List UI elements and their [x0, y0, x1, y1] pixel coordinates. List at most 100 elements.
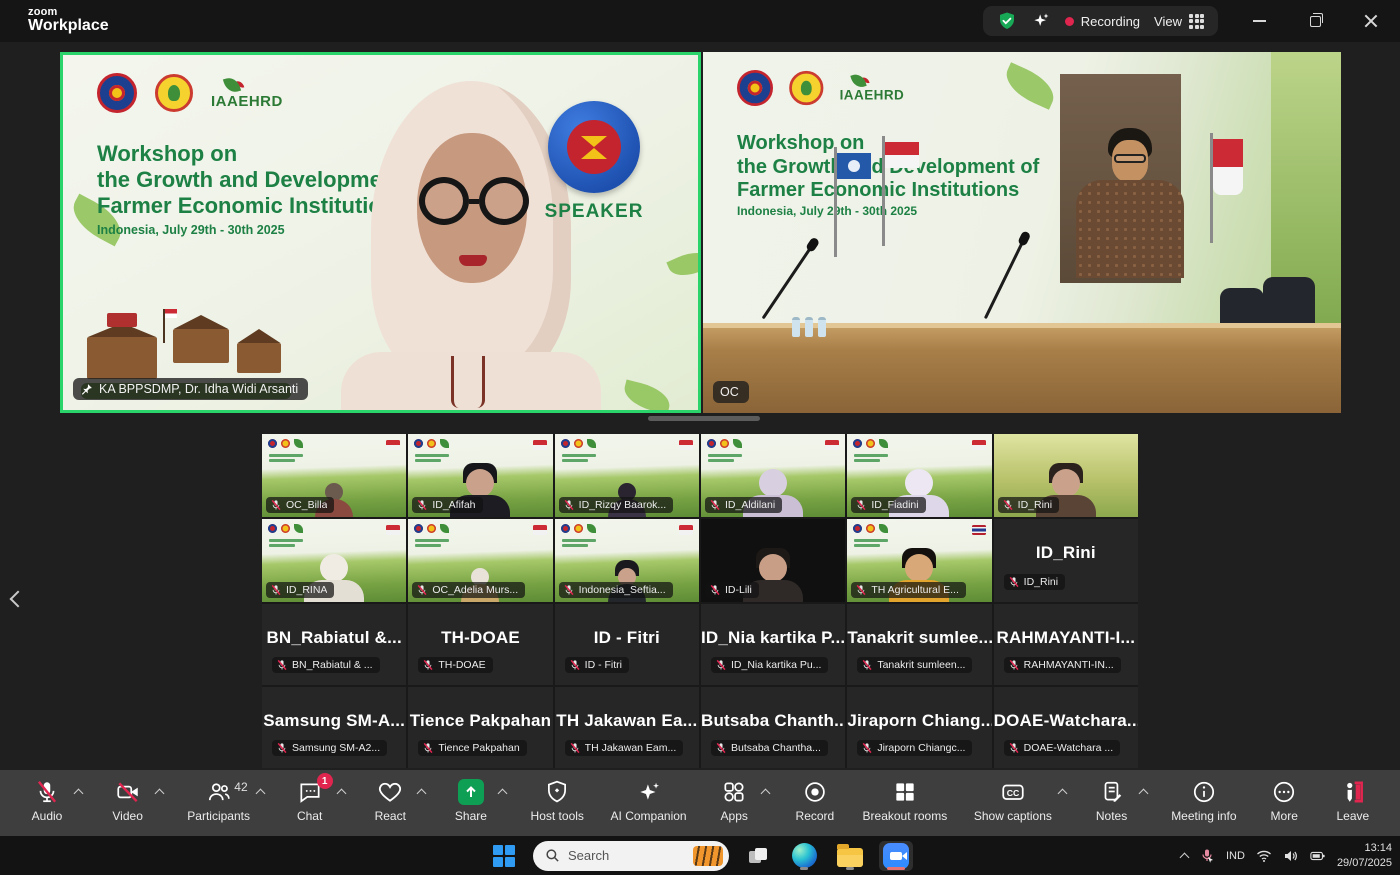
task-view-button[interactable] — [741, 841, 775, 871]
participant-tile[interactable]: ID_Afifah — [408, 434, 552, 517]
close-button[interactable] — [1356, 6, 1386, 36]
participants-options-caret[interactable] — [256, 789, 266, 799]
workshop-logos-2: IAAEHRD — [737, 70, 904, 106]
ai-companion-sparkle-icon[interactable] — [1031, 11, 1051, 31]
speaker-video-tile[interactable]: IAAEHRD Workshop on the Growth and Devel… — [60, 52, 701, 413]
muted-mic-icon — [855, 499, 867, 511]
participant-tile[interactable]: ID_RINA — [262, 519, 406, 602]
mini-title-lines — [854, 454, 888, 464]
mini-logos — [561, 524, 596, 533]
hidden-icons-chevron[interactable] — [1180, 853, 1190, 863]
speaker-badge: SPEAKER — [534, 101, 654, 223]
muted-mic-icon — [416, 584, 428, 596]
taskbar-search[interactable]: Search — [533, 841, 729, 871]
participant-tile[interactable]: RAHMAYANTI-I... RAHMAYANTI-IN... — [994, 604, 1138, 685]
participant-name-label: ID_Nia kartika Pu... — [711, 657, 828, 673]
file-explorer-button[interactable] — [833, 841, 867, 871]
muted-mic-icon — [1008, 742, 1020, 754]
previous-page-button[interactable] — [4, 582, 32, 616]
record-button[interactable]: Record — [790, 770, 840, 823]
participant-tile[interactable]: ID_Fiadini — [847, 434, 991, 517]
participant-tile[interactable]: ID_Aldilani — [701, 434, 845, 517]
react-options-caret[interactable] — [417, 789, 427, 799]
restore-button[interactable] — [1300, 6, 1330, 36]
captions-button[interactable]: CC Show captions — [970, 770, 1056, 823]
stage-resize-handle[interactable] — [648, 416, 760, 421]
captions-options-caret[interactable] — [1057, 789, 1067, 799]
info-icon — [1191, 779, 1217, 805]
notes-options-caret[interactable] — [1138, 789, 1148, 799]
muted-mic-icon — [563, 584, 575, 596]
minimize-button[interactable] — [1244, 6, 1274, 36]
tray-mic-icon[interactable] — [1199, 848, 1215, 864]
participant-tile[interactable]: OC_Billa — [262, 434, 406, 517]
ministry-logo-icon — [155, 74, 193, 112]
mini-logos — [414, 439, 449, 448]
breakout-rooms-button[interactable]: Breakout rooms — [859, 770, 952, 823]
participant-tile[interactable]: Indonesia_Seftia... — [555, 519, 699, 602]
tile-label-text: Samsung SM-A2... — [292, 742, 380, 754]
wifi-icon[interactable] — [1256, 848, 1272, 864]
share-options-caret[interactable] — [497, 789, 507, 799]
participant-tile[interactable]: Tanakrit sumlee... Tanakrit sumleen... — [847, 604, 991, 685]
volume-icon[interactable] — [1283, 848, 1299, 864]
view-button[interactable]: View — [1154, 14, 1204, 29]
audio-button[interactable]: Audio — [22, 770, 72, 823]
cohost-video-tile[interactable]: IAAEHRD Workshop on the Growth and Devel… — [703, 52, 1341, 413]
participant-tile[interactable]: Samsung SM-A... Samsung SM-A2... — [262, 687, 406, 768]
participant-tile[interactable]: DOAE-Watchara... DOAE-Watchara ... — [994, 687, 1138, 768]
apps-options-caret[interactable] — [761, 789, 771, 799]
participant-tile[interactable]: ID_Rini — [994, 434, 1138, 517]
tile-label-text: ID_Aldilani — [725, 499, 775, 511]
clock[interactable]: 13:14 29/07/2025 — [1337, 841, 1392, 870]
zoom-app-button[interactable] — [879, 841, 913, 871]
participant-tile[interactable]: Jiraporn Chiang... Jiraporn Chiangc... — [847, 687, 991, 768]
ai-companion-button[interactable]: AI Companion — [607, 770, 691, 823]
language-indicator[interactable]: IND — [1226, 850, 1245, 862]
share-button[interactable]: Share — [446, 770, 496, 823]
chat-button[interactable]: 1 Chat — [285, 770, 335, 823]
mini-title-lines — [562, 454, 596, 464]
participant-name-label: TH Jakawan Eam... — [565, 740, 684, 756]
participant-tile[interactable]: OC_Adelia Murs... — [408, 519, 552, 602]
video-button[interactable]: Video — [103, 770, 153, 823]
meeting-info-button[interactable]: Meeting info — [1167, 770, 1240, 823]
participant-name-label: ID_Aldilani — [705, 497, 782, 513]
react-button[interactable]: React — [365, 770, 415, 823]
muted-mic-icon — [416, 499, 428, 511]
more-button[interactable]: More — [1259, 770, 1309, 823]
audio-options-caret[interactable] — [74, 789, 84, 799]
chat-unread-badge: 1 — [317, 773, 333, 789]
iaaehrd-logo-icon: IAAEHRD — [840, 73, 905, 103]
participant-tile[interactable]: ID_Rini ID_Rini — [994, 519, 1138, 602]
participant-tile[interactable]: ID - Fitri ID - Fitri — [555, 604, 699, 685]
participant-tile[interactable]: Tience Pakpahan Tience Pakpahan — [408, 687, 552, 768]
task-view-icon — [749, 848, 767, 864]
mini-logos — [414, 524, 449, 533]
tile-label-text: Butsaba Chantha... — [731, 742, 821, 754]
participant-tile[interactable]: BN_Rabiatul &... BN_Rabiatul & ... — [262, 604, 406, 685]
participant-tile[interactable]: ID_Nia kartika P... ID_Nia kartika Pu... — [701, 604, 845, 685]
participants-button[interactable]: 42 Participants — [183, 770, 254, 823]
video-options-caret[interactable] — [154, 789, 164, 799]
zoom-titlebar: zoom Workplace Recording View — [0, 0, 1400, 42]
start-button[interactable] — [487, 841, 521, 871]
tile-label-text: OC_Adelia Murs... — [432, 584, 518, 596]
participant-tile[interactable]: Butsaba Chanth... Butsaba Chantha... — [701, 687, 845, 768]
chat-options-caret[interactable] — [336, 789, 346, 799]
edge-browser-button[interactable] — [787, 841, 821, 871]
apps-button[interactable]: Apps — [709, 770, 759, 823]
battery-icon[interactable] — [1310, 848, 1326, 864]
participant-tile[interactable]: ID_Rizqy Baarok... — [555, 434, 699, 517]
tile-label-text: TH-DOAE — [438, 659, 485, 671]
participant-tile[interactable]: ID-Lili — [701, 519, 845, 602]
participant-tile[interactable]: TH Jakawan Ea... TH Jakawan Eam... — [555, 687, 699, 768]
security-shield-icon[interactable] — [997, 11, 1017, 31]
participant-tile[interactable]: TH Agricultural E... — [847, 519, 991, 602]
restore-icon — [1310, 16, 1321, 27]
notes-button[interactable]: Notes — [1087, 770, 1137, 823]
host-tools-button[interactable]: Host tools — [527, 770, 588, 823]
participant-tile[interactable]: TH-DOAE TH-DOAE — [408, 604, 552, 685]
leave-button[interactable]: Leave — [1328, 770, 1378, 823]
muted-mic-icon — [1008, 659, 1020, 671]
